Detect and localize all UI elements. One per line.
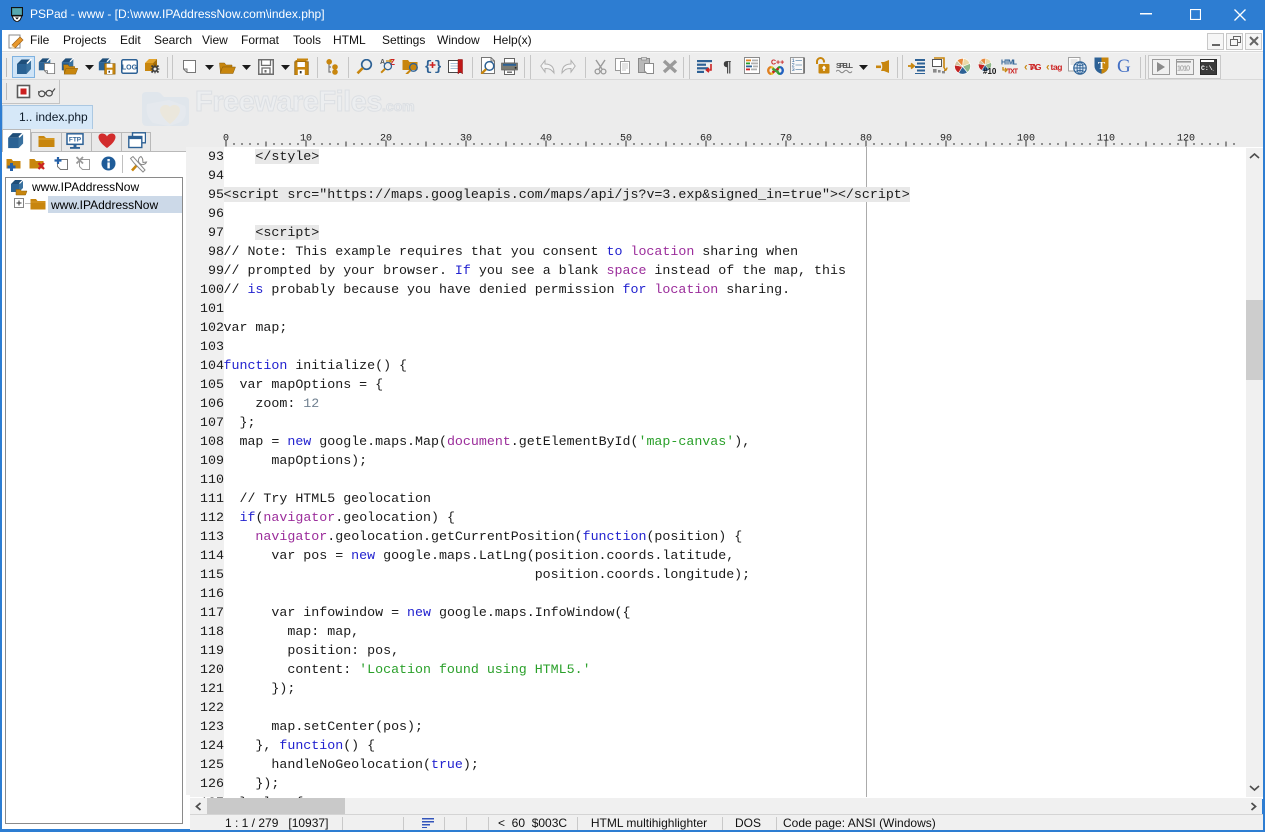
svg-text:C:\_: C:\_ [1201, 65, 1214, 72]
svg-text:TAG: TAG [1029, 62, 1042, 72]
svg-text:50: 50 [620, 134, 632, 145]
svg-text:100: 100 [1017, 134, 1035, 145]
svg-text:60: 60 [700, 134, 712, 145]
svg-text:{: { [424, 59, 432, 74]
svg-text:G: G [1117, 56, 1131, 75]
svg-text:T: T [1098, 60, 1106, 72]
svg-text:90: 90 [940, 134, 952, 145]
svg-text:SPELL: SPELL [836, 61, 853, 70]
svg-text:40: 40 [540, 134, 552, 145]
svg-text:120: 120 [1177, 134, 1195, 145]
svg-text:80: 80 [860, 134, 872, 145]
svg-text:Z: Z [390, 58, 395, 67]
svg-text:10: 10 [300, 134, 312, 145]
svg-text:110: 110 [1097, 134, 1115, 145]
svg-text:‹: ‹ [1046, 62, 1050, 74]
svg-text:1010: 1010 [1177, 66, 1190, 72]
svg-text:FTP: FTP [69, 137, 82, 144]
svg-text:‹: ‹ [1024, 62, 1028, 74]
svg-text:3: 3 [792, 66, 795, 73]
svg-text:¶: ¶ [723, 59, 732, 75]
svg-text:TXT: TXT [1007, 69, 1019, 76]
svg-text:#10: #10 [983, 67, 996, 75]
svg-text:LOG: LOG [122, 65, 138, 72]
svg-text:0: 0 [223, 134, 229, 145]
svg-text:30: 30 [460, 134, 472, 145]
svg-text:HTML: HTML [1001, 60, 1018, 67]
svg-text:tag: tag [1051, 62, 1063, 72]
svg-text:}: } [434, 59, 441, 74]
svg-text:C++: C++ [771, 60, 784, 67]
svg-text:20: 20 [380, 134, 392, 145]
svg-text:70: 70 [780, 134, 792, 145]
